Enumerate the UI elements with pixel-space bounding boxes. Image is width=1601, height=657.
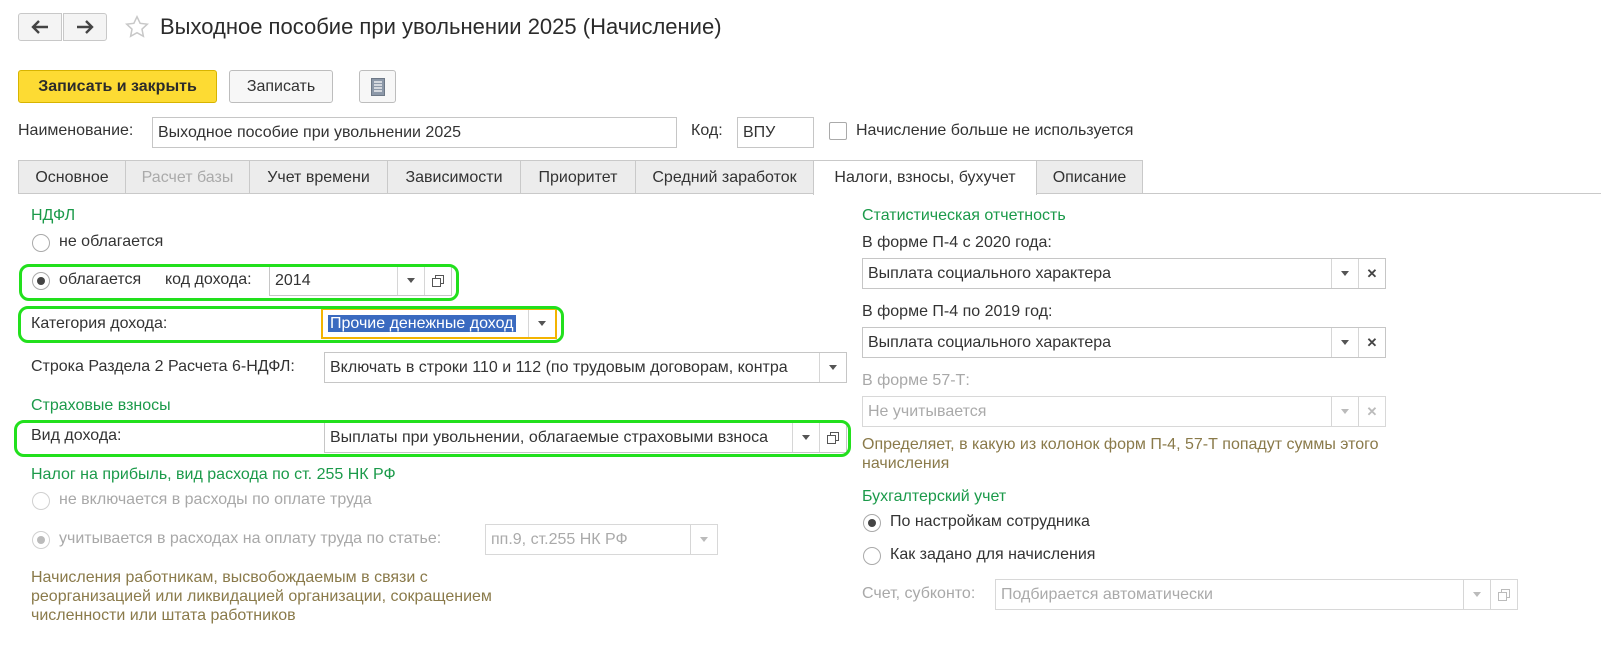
p4-2019-label: В форме П-4 по 2019 год: [862,303,1053,320]
chevron-down-icon[interactable] [1331,259,1358,288]
ndfl-not-taxed-label: не облагается [59,233,164,250]
ndfl-section-title: НДФЛ [31,207,76,224]
profit-tax-section-title: Налог на прибыль, вид расхода по ст. 255… [31,466,396,483]
row6-value: Включать в строки 110 и 112 (по трудовым… [330,358,788,376]
chevron-down-icon[interactable] [1463,580,1490,609]
accounting-employee-label: По настройкам сотрудника [890,513,1090,530]
chevron-down-icon[interactable] [397,266,424,295]
save-and-close-button[interactable]: Записать и закрыть [18,70,217,103]
accounting-section-title: Бухгалтерский учет [862,488,1007,505]
document-list-icon [370,77,385,96]
chevron-down-icon[interactable] [528,310,555,337]
tab-divider [18,193,1601,194]
p4-2020-value: Выплата социального характера [868,264,1112,282]
tab-dependencies[interactable]: Зависимости [387,160,521,194]
income-category-field[interactable]: Прочие денежные доход [321,308,557,339]
save-button[interactable]: Записать [229,70,333,103]
income-type-field[interactable]: Выплаты при увольнении, облагаемые страх… [324,422,847,453]
back-button[interactable] [18,13,62,41]
p4-2019-value: Выплата социального характера [868,333,1112,351]
account-value: Подбирается автоматически [1001,585,1213,603]
chevron-down-icon[interactable] [819,353,846,382]
tab-active-cover [814,192,1036,195]
code-label: Код: [691,122,723,139]
chevron-down-icon[interactable] [690,525,717,554]
statistics-note: Определяет, в какую из колонок форм П-4,… [862,436,1379,472]
accounting-employee-radio[interactable] [863,514,881,532]
income-category-value: Прочие денежные доход [328,314,516,332]
insurance-section-title: Страховые взносы [31,397,171,414]
income-code-value: 2014 [275,271,311,289]
p4-2020-label: В форме П-4 с 2020 года: [862,234,1052,251]
name-field[interactable]: Выходное пособие при увольнении 2025 [152,117,677,148]
name-field-value: Выходное пособие при увольнении 2025 [158,123,462,141]
unused-checkbox-label[interactable]: Начисление больше не используется [856,122,1133,140]
code-field[interactable]: ВПУ [737,117,814,148]
profit-not-included-label: не включается в расходы по оплате труда [59,491,372,508]
tab-average-earnings[interactable]: Средний заработок [635,160,814,194]
row6-label: Строка Раздела 2 Расчета 6-НДФЛ: [31,358,295,375]
p4-2019-field[interactable]: Выплата социального характера ✕ [862,327,1386,358]
open-form-icon[interactable] [1490,580,1517,609]
income-code-label: код дохода: [165,271,252,288]
article-field[interactable]: пп.9, ст.255 НК РФ [485,524,718,555]
open-form-icon[interactable] [424,266,451,295]
clear-icon[interactable]: ✕ [1358,328,1385,357]
chevron-down-icon[interactable] [1331,397,1358,426]
profit-included-label: учитывается в расходах на оплату труда п… [59,530,442,547]
p4-2020-field[interactable]: Выплата социального характера ✕ [862,258,1386,289]
clear-icon[interactable]: ✕ [1358,397,1385,426]
tab-main[interactable]: Основное [18,160,126,194]
tab-taxes[interactable]: Налоги, взносы, бухучет [813,160,1037,195]
f57t-value: Не учитывается [868,402,987,420]
ndfl-taxed-label: облагается [59,271,142,288]
account-label: Счет, субконто: [862,585,976,602]
chevron-down-icon[interactable] [792,423,819,452]
open-form-icon[interactable] [819,423,846,452]
f57t-label: В форме 57-Т: [862,372,970,389]
accounting-accrual-radio[interactable] [863,547,881,565]
ndfl-not-taxed-radio[interactable] [32,234,50,252]
tab-description[interactable]: Описание [1036,160,1143,194]
income-category-label: Категория дохода: [31,315,168,332]
unused-checkbox[interactable] [829,122,847,140]
arrow-right-icon [77,20,94,34]
arrow-left-icon [31,20,48,34]
account-field[interactable]: Подбирается автоматически [995,579,1518,610]
favorite-star-icon[interactable] [124,14,150,45]
tab-time-accounting[interactable]: Учет времени [249,160,388,194]
profit-included-radio[interactable] [32,531,50,549]
accounting-accrual-label: Как задано для начисления [890,546,1096,563]
page-title: Выходное пособие при увольнении 2025 (На… [160,14,722,39]
article-value: пп.9, ст.255 НК РФ [491,530,628,548]
code-field-value: ВПУ [743,123,776,141]
tab-priority[interactable]: Приоритет [520,160,636,194]
chevron-down-icon[interactable] [1331,328,1358,357]
profit-not-included-radio[interactable] [32,492,50,510]
income-type-label: Вид дохода: [31,427,122,444]
income-type-value: Выплаты при увольнении, облагаемые страх… [330,428,769,446]
row6-field[interactable]: Включать в строки 110 и 112 (по трудовым… [324,352,847,383]
name-label: Наименование: [18,122,134,139]
f57t-field[interactable]: Не учитывается ✕ [862,396,1386,427]
clear-icon[interactable]: ✕ [1358,259,1385,288]
forward-button[interactable] [63,13,107,41]
income-code-field[interactable]: 2014 [269,265,452,296]
statistics-section-title: Статистическая отчетность [862,207,1066,224]
profit-tax-note: Начисления работникам, высвобождаемым в … [31,569,492,624]
ndfl-taxed-radio[interactable] [32,272,50,290]
tab-base-calculation[interactable]: Расчет базы [125,160,250,194]
document-list-button[interactable] [359,70,396,103]
